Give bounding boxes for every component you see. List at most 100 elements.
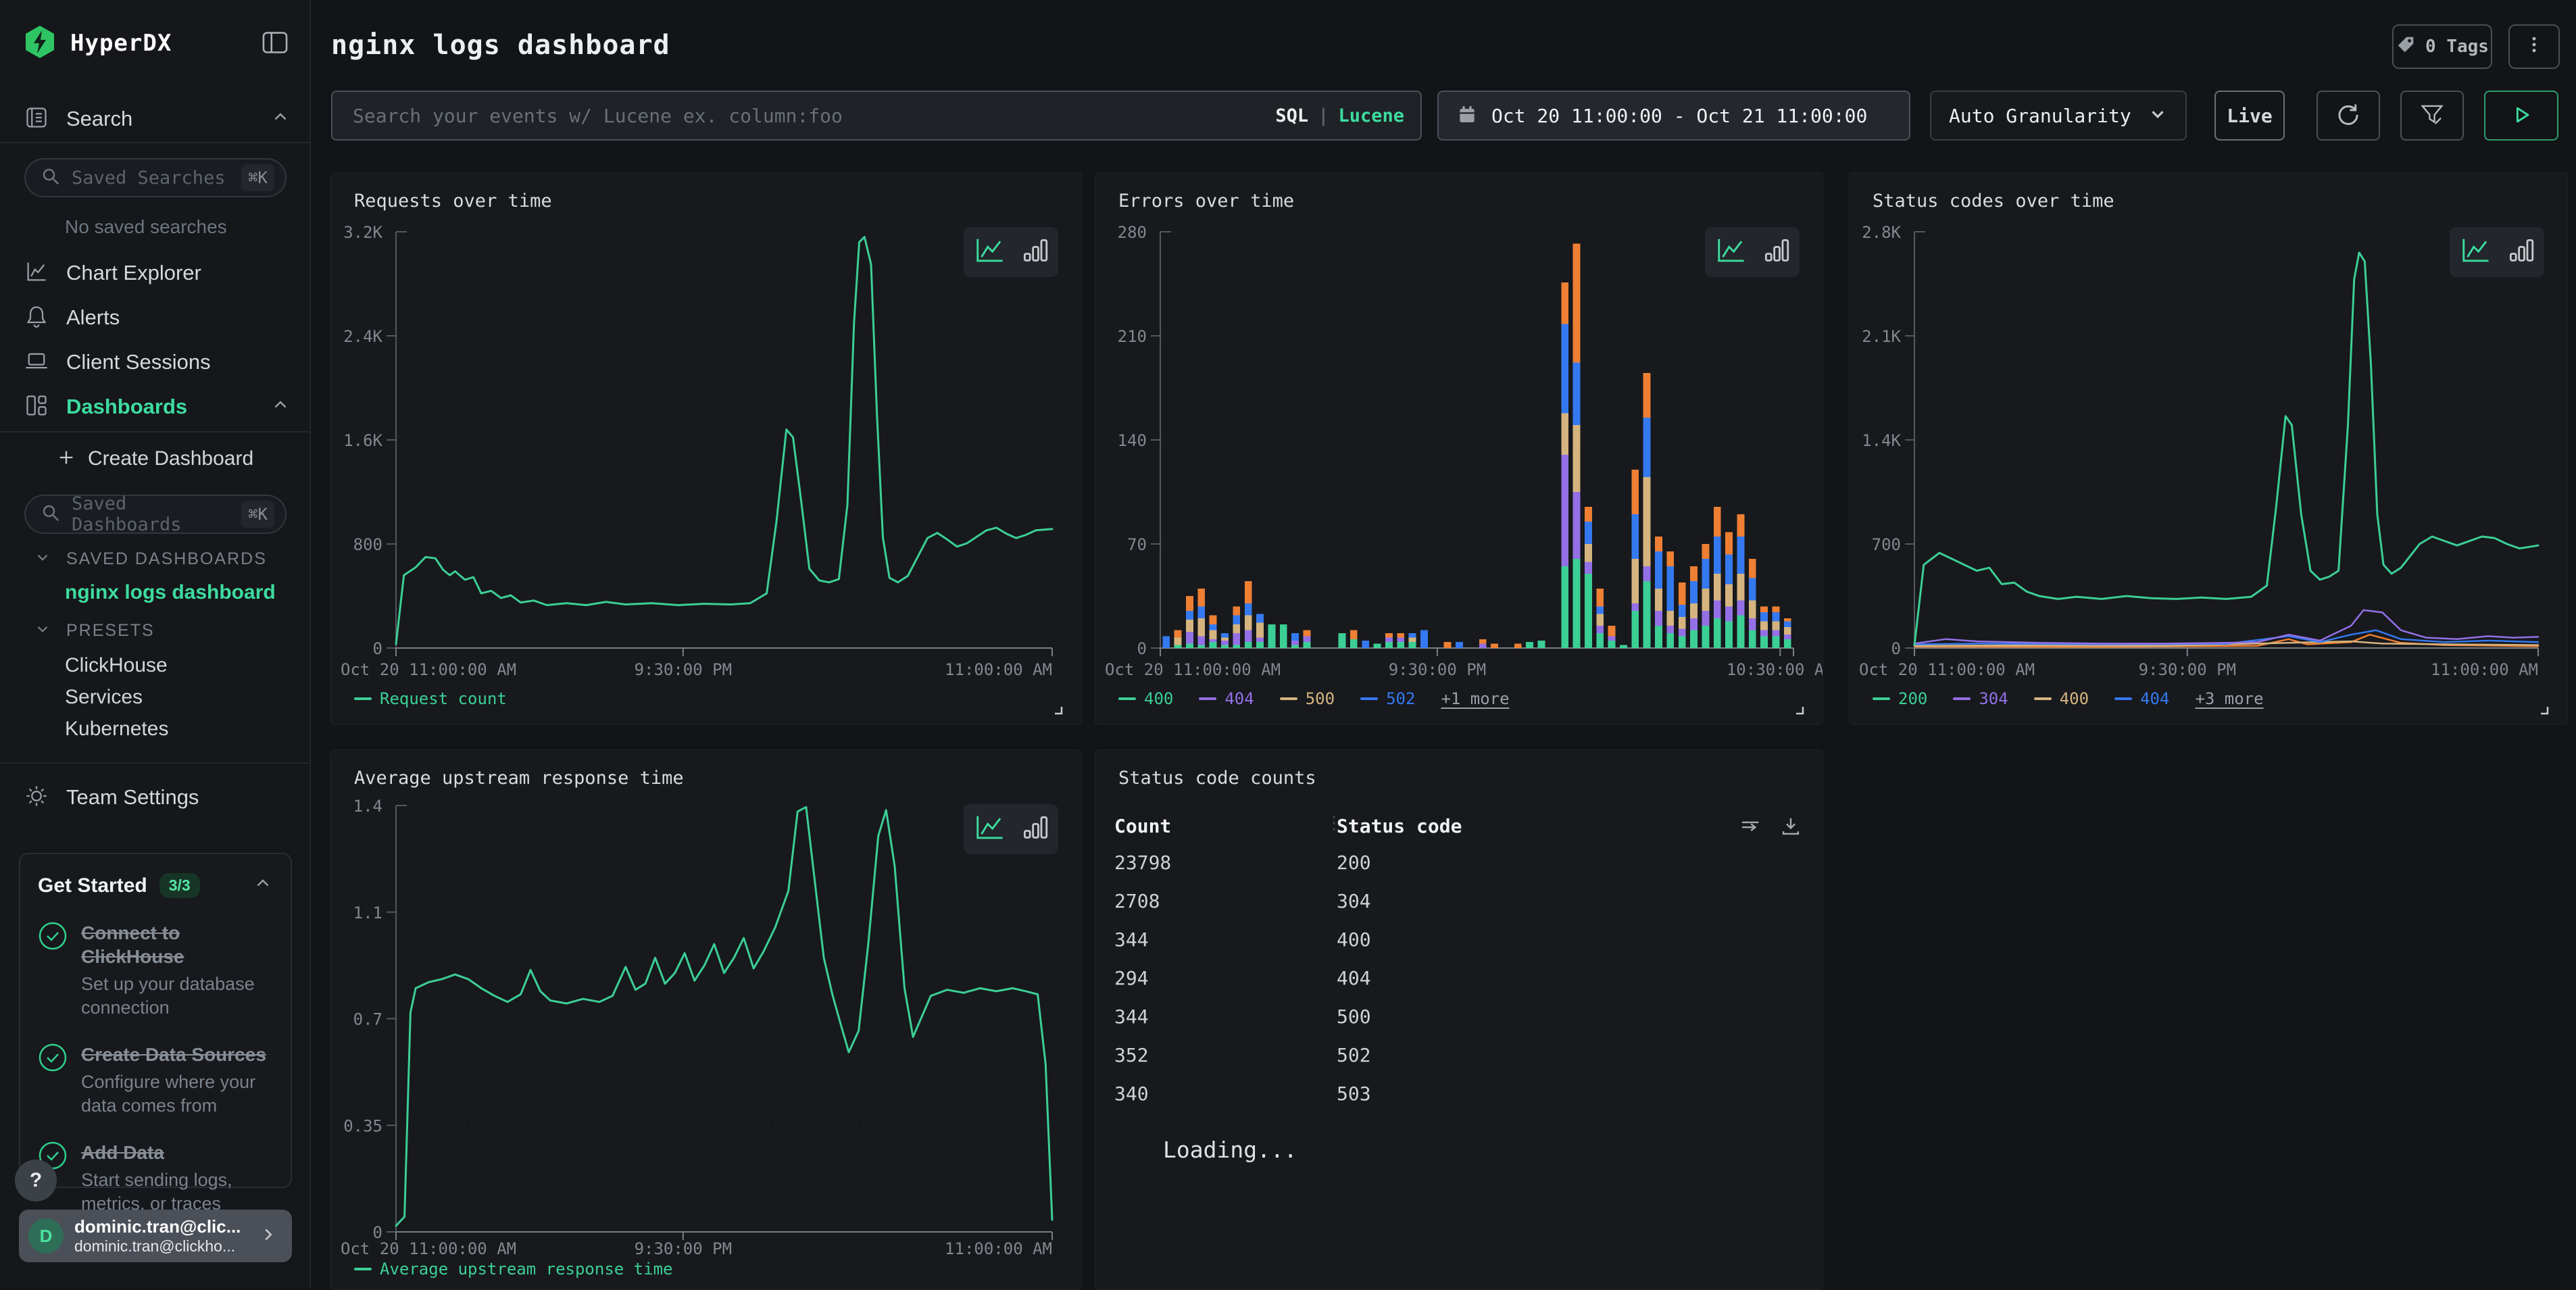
run-query-button[interactable] [2484,91,2558,141]
lucene-mode-toggle[interactable]: Lucene [1338,105,1404,126]
table-cell[interactable]: 352 [1114,1044,1149,1066]
svg-text:3.2K: 3.2K [343,223,382,242]
table-cell[interactable]: 340 [1114,1083,1149,1105]
live-button[interactable]: Live [2214,91,2285,141]
line-chart-icon[interactable] [1715,237,1746,268]
svg-text:210: 210 [1118,327,1147,346]
column-header-count[interactable]: Count [1114,815,1171,837]
table-cell[interactable]: 344 [1114,928,1149,951]
panel-menu-button[interactable] [2508,24,2560,69]
table-cell[interactable]: 23798 [1114,851,1171,874]
sidebar-item-dashboards[interactable]: Dashboards [0,388,311,426]
divider [0,431,311,432]
table-cell[interactable]: 200 [1337,851,1371,874]
resize-handle[interactable] [1053,705,1064,719]
legend-item[interactable]: 500 [1280,689,1335,708]
saved-searches-input[interactable]: Saved Searches ⌘K [24,158,287,197]
line-chart-icon[interactable] [974,237,1005,268]
date-range-picker[interactable]: Oct 20 11:00:00 - Oct 21 11:00:00 [1437,91,1910,141]
table-cell[interactable]: 502 [1337,1044,1371,1066]
chart-type-toggle[interactable] [964,227,1058,277]
sidebar-item-alerts[interactable]: Alerts [0,299,311,337]
divider [0,142,311,143]
table-cell[interactable]: 344 [1114,1006,1149,1028]
table-cell[interactable]: 503 [1337,1083,1371,1105]
filter-button[interactable] [2400,91,2464,141]
sidebar-item-kubernetes[interactable]: Kubernetes [65,718,168,741]
table-cell[interactable]: 400 [1337,928,1371,951]
user-menu[interactable]: D dominic.tran@clic... dominic.tran@clic… [19,1210,292,1262]
chart-type-toggle[interactable] [2450,227,2544,277]
sidebar-collapse-button[interactable] [261,28,289,59]
shortcut-badge: ⌘K [241,164,274,191]
chart-type-toggle[interactable] [1705,227,1800,277]
chart-type-toggle[interactable] [964,804,1058,854]
kebab-menu-icon [2524,34,2544,59]
bar-chart-icon[interactable] [2508,237,2534,268]
calendar-icon [1456,103,1478,128]
create-dashboard-button[interactable]: Create Dashboard [57,447,253,470]
svg-text:9:30:00 PM: 9:30:00 PM [1389,660,1487,679]
section-saved-dashboards[interactable]: SAVED DASHBOARDS [34,549,267,570]
legend-item[interactable]: 304 [1953,689,2008,708]
divider [0,762,311,764]
legend-swatch [354,697,372,700]
legend-item[interactable]: Request count [354,689,507,708]
bar-chart-icon[interactable] [1022,814,1048,845]
tags-button[interactable]: 0 Tags [2392,24,2492,69]
sidebar-item-client-sessions[interactable]: Client Sessions [0,343,311,381]
panel-title: Average upstream response time [354,768,684,789]
chevron-down-icon [34,620,51,641]
table-cell[interactable]: 294 [1114,967,1149,989]
chart-legend: Request count [354,689,507,708]
task-add-data[interactable]: Add Data Start sending logs, metrics, or… [38,1141,273,1216]
sidebar-item-clickhouse[interactable]: ClickHouse [65,654,168,677]
chevron-right-icon [258,1224,278,1248]
svg-text:1.4K: 1.4K [1862,431,1901,450]
table-cell[interactable]: 500 [1337,1006,1371,1028]
sql-mode-toggle[interactable]: SQL [1275,105,1308,126]
search-input[interactable]: Search your events w/ Lucene ex. column:… [331,91,1422,141]
legend-more-link[interactable]: +1 more [1441,689,1509,708]
table-options-icon[interactable] [1739,815,1762,841]
line-chart-icon[interactable] [2460,237,2491,268]
legend-swatch [1953,697,1971,700]
sidebar-item-team-settings[interactable]: Team Settings [0,778,311,816]
resize-handle[interactable] [1794,705,1805,719]
section-presets[interactable]: PRESETS [34,620,155,641]
granularity-select[interactable]: Auto Granularity [1930,91,2187,141]
svg-text:280: 280 [1118,223,1147,242]
legend-item[interactable]: 200 [1873,689,1927,708]
column-header-status-code[interactable]: Status code [1337,815,1462,837]
refresh-button[interactable] [2317,91,2380,141]
download-csv-icon[interactable] [1779,815,1802,841]
legend-item[interactable]: 404 [1199,689,1254,708]
sidebar-item-chart-explorer[interactable]: Chart Explorer [0,254,311,292]
table-cell[interactable]: 2708 [1114,890,1160,912]
help-button[interactable]: ? [15,1160,57,1201]
saved-dashboards-input[interactable]: Saved Dashboards ⌘K [24,495,287,534]
bar-chart-icon[interactable] [1022,237,1048,268]
table-cell[interactable]: 404 [1337,967,1371,989]
chevron-up-icon [270,395,291,419]
legend-item[interactable]: 400 [2034,689,2089,708]
page-title: nginx logs dashboard [331,30,670,61]
chevron-up-icon[interactable] [253,874,273,897]
task-create-data-sources[interactable]: Create Data Sources Configure where your… [38,1043,273,1118]
line-chart-icon[interactable] [974,814,1005,845]
avatar: D [28,1218,64,1254]
sidebar-item-search[interactable]: Search [0,100,311,138]
legend-item[interactable]: Average upstream response time [354,1260,672,1279]
table-cell[interactable]: 304 [1337,890,1371,912]
bar-chart-icon[interactable] [1764,237,1789,268]
resize-handle[interactable] [2539,705,2550,719]
legend-item[interactable]: 400 [1118,689,1173,708]
legend-swatch [2034,697,2052,700]
legend-item[interactable]: 404 [2114,689,2169,708]
sidebar-item-services[interactable]: Services [65,686,143,709]
task-connect-clickhouse[interactable]: Connect to ClickHouse Set up your databa… [38,921,273,1020]
sidebar-item-nginx-logs-dashboard[interactable]: nginx logs dashboard [65,581,276,604]
legend-more-link[interactable]: +3 more [2195,689,2263,708]
legend-item[interactable]: 502 [1360,689,1415,708]
svg-text:Oct 20 11:00:00 AM: Oct 20 11:00:00 AM [341,1239,516,1258]
